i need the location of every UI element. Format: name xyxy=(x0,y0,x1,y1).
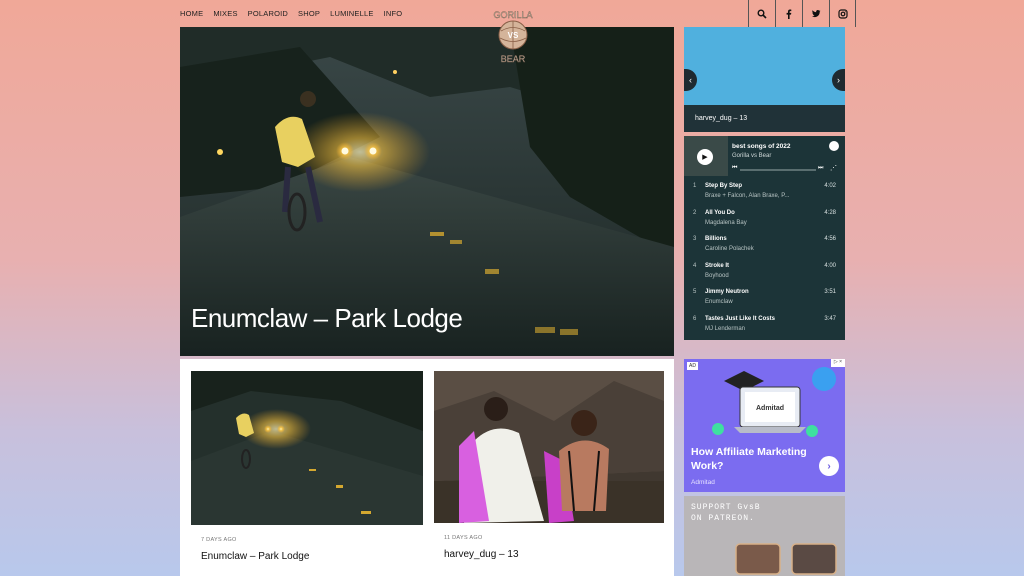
track-title: Stroke It xyxy=(705,262,730,269)
post-date: 11 DAYS AGO xyxy=(444,535,483,541)
track-duration: 4:00 xyxy=(824,262,836,269)
track-artist: MJ Lenderman xyxy=(705,325,746,332)
main-menu: HOME MIXES POLAROID SHOP LUMINELLE INFO xyxy=(180,9,402,18)
search-icon[interactable] xyxy=(748,0,775,27)
nav-info[interactable]: INFO xyxy=(384,9,403,18)
ad-arrow-button[interactable]: › xyxy=(819,456,839,476)
track-row[interactable]: 6 Tastes Just Like It Costs MJ Lenderman… xyxy=(684,313,845,340)
track-row[interactable]: 4 Stroke It Boyhood 4:00 xyxy=(684,260,845,287)
posts-panel: 7 DAYS AGO Enumclaw – Park Lodge 11 DAYS… xyxy=(180,359,674,576)
nav-shop[interactable]: SHOP xyxy=(298,9,320,18)
slider-caption[interactable]: harvey_dug – 13 xyxy=(695,115,747,122)
logo-text-gorilla: GORILLA xyxy=(493,10,532,20)
featured-post[interactable]: Enumclaw – Park Lodge xyxy=(180,27,674,356)
track-list: 1 Step By Step Braxe + Falcon, Alan Brax… xyxy=(684,180,845,340)
nav-home[interactable]: HOME xyxy=(180,9,203,18)
playlist-owner[interactable]: Gorilla vs Bear xyxy=(732,153,771,159)
ad-illustration: Admitad xyxy=(712,367,836,437)
play-button[interactable]: ▶ xyxy=(697,149,713,165)
track-artist: Enumclaw xyxy=(705,299,733,306)
track-number: 2 xyxy=(693,209,697,216)
ad-headline[interactable]: How Affiliate Marketing Work? xyxy=(691,445,821,473)
track-duration: 4:28 xyxy=(824,209,836,216)
track-title: Jimmy Neutron xyxy=(705,289,749,296)
post-title[interactable]: harvey_dug – 13 xyxy=(444,549,519,560)
share-icon[interactable]: ⋰ xyxy=(830,164,837,172)
ad-laptop-brand: Admitad xyxy=(756,405,784,412)
post-card[interactable]: 7 DAYS AGO Enumclaw – Park Lodge xyxy=(191,371,423,571)
track-row[interactable]: 1 Step By Step Braxe + Falcon, Alan Brax… xyxy=(684,180,845,207)
track-row[interactable]: 3 Billions Caroline Polachek 4:56 xyxy=(684,233,845,260)
nav-luminelle[interactable]: LUMINELLE xyxy=(330,9,373,18)
post-date: 7 DAYS AGO xyxy=(201,537,237,543)
sidebar-slider[interactable]: ‹ › harvey_dug – 13 xyxy=(684,27,845,132)
progress-bar[interactable] xyxy=(740,169,816,171)
track-number: 3 xyxy=(693,236,697,243)
track-artist: Braxe + Falcon, Alan Braxe, P... xyxy=(705,193,790,199)
advertisement[interactable]: AD ▷ × Admitad How Affiliate Marketing W… xyxy=(684,359,845,492)
track-row[interactable]: 2 All You Do Magdalena Bay 4:28 xyxy=(684,207,845,234)
patreon-gems-illustration xyxy=(735,543,837,575)
previous-track-icon[interactable]: ⏮ xyxy=(732,165,737,172)
ad-choices-icon[interactable]: ▷ × xyxy=(831,359,845,367)
track-title: Tastes Just Like It Costs xyxy=(705,315,775,322)
playlist-title[interactable]: best songs of 2022 xyxy=(732,143,791,150)
post-thumbnail[interactable] xyxy=(191,371,423,525)
track-title: Step By Step xyxy=(705,183,743,189)
spotify-embed: ▶ best songs of 2022 Gorilla vs Bear ⏮ ⏭… xyxy=(684,136,845,340)
facebook-icon[interactable] xyxy=(775,0,802,27)
spotify-logo-icon[interactable] xyxy=(829,141,839,151)
nav-mixes[interactable]: MIXES xyxy=(213,9,237,18)
ad-brand: Admitad xyxy=(691,479,715,486)
logo-text-bear: BEAR xyxy=(501,54,526,64)
track-number: 5 xyxy=(693,289,697,296)
nav-polaroid[interactable]: POLAROID xyxy=(248,9,288,18)
track-duration: 4:56 xyxy=(824,236,836,243)
post-thumbnail[interactable] xyxy=(434,371,664,523)
patreon-banner[interactable]: SUPPORT GvsB ON PATREON. xyxy=(684,496,845,576)
instagram-icon[interactable] xyxy=(829,0,856,27)
track-artist: Magdalena Bay xyxy=(705,219,747,226)
post-title[interactable]: Enumclaw – Park Lodge xyxy=(201,551,309,562)
logo-text-vs: VS xyxy=(508,31,519,40)
track-row[interactable]: 5 Jimmy Neutron Enumclaw 3:51 xyxy=(684,286,845,313)
featured-post-title[interactable]: Enumclaw – Park Lodge xyxy=(191,303,463,334)
spotify-header: ▶ best songs of 2022 Gorilla vs Bear ⏮ ⏭… xyxy=(684,136,845,176)
ad-label: AD xyxy=(687,362,698,370)
track-number: 6 xyxy=(693,315,697,322)
track-number: 4 xyxy=(693,262,697,269)
site-logo[interactable]: GORILLA VS BEAR xyxy=(487,4,539,66)
track-artist: Caroline Polachek xyxy=(705,246,754,253)
track-duration: 3:47 xyxy=(824,315,836,322)
track-title: All You Do xyxy=(705,209,735,216)
track-number: 1 xyxy=(693,183,697,189)
track-title: Billions xyxy=(705,236,727,243)
post-card[interactable]: 11 DAYS AGO harvey_dug – 13 xyxy=(434,371,664,571)
patreon-text: SUPPORT GvsB ON PATREON. xyxy=(691,503,761,523)
track-artist: Boyhood xyxy=(705,272,729,279)
track-duration: 3:51 xyxy=(824,289,836,296)
social-links xyxy=(748,0,856,27)
next-track-icon[interactable]: ⏭ xyxy=(818,165,823,172)
twitter-icon[interactable] xyxy=(802,0,829,27)
track-duration: 4:02 xyxy=(824,183,836,189)
